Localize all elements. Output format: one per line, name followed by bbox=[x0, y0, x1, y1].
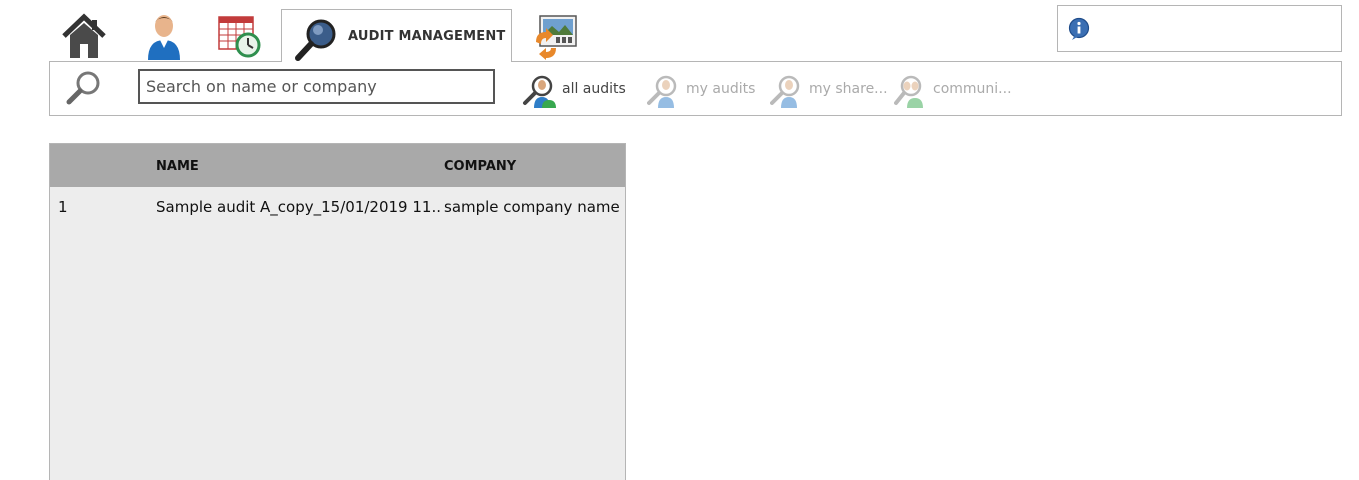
search-icon[interactable] bbox=[64, 68, 104, 108]
tab-audit-management[interactable]: AUDIT MANAGEMENT bbox=[281, 9, 512, 62]
tab-label: AUDIT MANAGEMENT bbox=[348, 29, 506, 44]
home-icon[interactable] bbox=[60, 12, 108, 60]
my-shared-icon bbox=[770, 75, 800, 108]
row-name: Sample audit A_copy_15/01/2019 11... bbox=[156, 198, 442, 216]
community-icon bbox=[894, 75, 923, 108]
filter-my-audits[interactable]: my audits bbox=[646, 72, 756, 108]
column-company-header[interactable]: COMPANY bbox=[444, 159, 516, 174]
user-icon[interactable] bbox=[140, 12, 188, 60]
all-audits-icon bbox=[523, 75, 556, 108]
filter-my-shared[interactable]: my share... bbox=[769, 72, 888, 108]
calendar-clock-icon[interactable] bbox=[216, 12, 264, 60]
filter-my-shared-label: my share... bbox=[809, 81, 888, 97]
table-row[interactable]: 1 Sample audit A_copy_15/01/2019 11... s… bbox=[50, 187, 625, 227]
grid-header: NAME COMPANY bbox=[50, 144, 625, 187]
audit-list-grid: NAME COMPANY 1 Sample audit A_copy_15/01… bbox=[49, 143, 626, 480]
filter-all-audits-label: all audits bbox=[562, 81, 626, 97]
filter-all-audits[interactable]: all audits bbox=[522, 72, 632, 108]
report-refresh-icon[interactable] bbox=[532, 12, 580, 60]
column-name-header[interactable]: NAME bbox=[156, 159, 199, 174]
info-panel bbox=[1057, 5, 1342, 52]
filter-community-label: communi... bbox=[933, 81, 1012, 97]
row-index: 1 bbox=[58, 198, 68, 216]
filter-community[interactable]: communi... bbox=[893, 72, 1013, 108]
search-toolbar: all audits my audits my share... communi… bbox=[49, 61, 1342, 116]
filter-my-audits-label: my audits bbox=[686, 81, 756, 97]
my-audits-icon bbox=[647, 75, 677, 108]
row-company: sample company name bbox=[444, 198, 620, 216]
search-input[interactable] bbox=[138, 69, 495, 104]
search-icon bbox=[294, 16, 340, 62]
info-icon[interactable] bbox=[1068, 17, 1092, 41]
top-navigation: AUDIT MANAGEMENT bbox=[0, 0, 1359, 62]
